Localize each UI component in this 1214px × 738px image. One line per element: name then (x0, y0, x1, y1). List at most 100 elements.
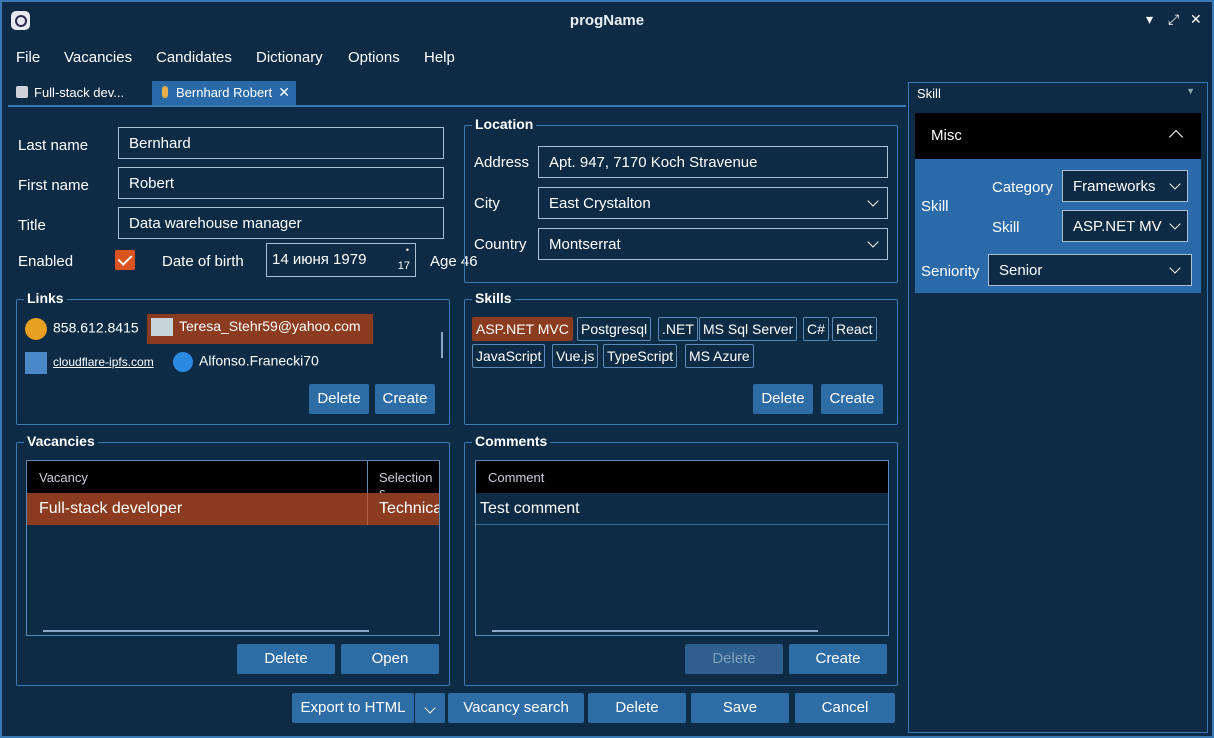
location-title: Location (472, 116, 537, 132)
skills-delete-button[interactable]: Delete (753, 384, 813, 414)
city-label: City (474, 195, 500, 212)
minimize-icon[interactable]: ▾ (1146, 11, 1153, 28)
misc-title: Misc (931, 127, 962, 144)
seniority-label: Seniority (921, 263, 980, 280)
delete-button[interactable]: Delete (588, 693, 686, 723)
menu-options[interactable]: Options (348, 49, 400, 66)
vacancy-open-button[interactable]: Open (341, 644, 439, 674)
address-label: Address (474, 154, 530, 171)
comments-table: Comment Test comment (475, 460, 889, 636)
spin-up-icon[interactable]: • (406, 245, 409, 255)
column-divider (367, 493, 368, 525)
tab-vacancy[interactable]: Full-stack dev... (12, 81, 150, 105)
globe-icon (25, 352, 47, 374)
phone-text: 858.612.8415 (53, 319, 139, 336)
category-label: Category (992, 179, 1053, 196)
comments-group: Comments Comment Test comment Delete Cre… (464, 433, 898, 686)
skill-select[interactable]: ASP.NET MV (1062, 210, 1188, 242)
chevron-down-icon (867, 236, 879, 248)
horizontal-scrollbar[interactable] (43, 630, 369, 632)
side-header-label: Skill (917, 86, 941, 101)
table-row[interactable]: Full-stack developer Technica (27, 493, 439, 525)
location-group: Location Address Apt. 947, 7170 Koch Str… (464, 116, 898, 283)
column-comment[interactable]: Comment (488, 470, 544, 485)
country-select[interactable]: Montserrat (538, 228, 888, 260)
dob-label: Date of birth (162, 253, 244, 270)
skills-create-button[interactable]: Create (821, 384, 883, 414)
menu-dictionary[interactable]: Dictionary (256, 49, 323, 66)
dob-field[interactable]: 14 июня 1979 • 17 (266, 243, 416, 277)
skill-group-label: Skill (921, 198, 949, 215)
category-select[interactable]: Frameworks (1062, 170, 1188, 202)
chevron-down-icon (1169, 262, 1181, 274)
export-html-button[interactable]: Export to HTML (292, 693, 414, 723)
skill-tag[interactable]: MS Azure (685, 344, 754, 368)
chevron-down-icon (424, 702, 436, 714)
skill-tag[interactable]: MS Sql Server (699, 317, 798, 341)
skype-link[interactable]: Alfonso.Franecki70 (173, 352, 319, 372)
title-bar: progName ▾ ⤢ ✕ (2, 2, 1212, 38)
address-field[interactable]: Apt. 947, 7170 Koch Stravenue (538, 146, 888, 178)
comments-title: Comments (472, 433, 551, 449)
vacancy-search-button[interactable]: Vacancy search (448, 693, 584, 723)
window-title: progName (569, 12, 645, 29)
skill-tag[interactable]: Vue.js (552, 344, 599, 368)
enabled-label: Enabled (18, 253, 74, 270)
skill-tag[interactable]: C# (803, 317, 829, 341)
cancel-button[interactable]: Cancel (795, 693, 895, 723)
menu-help[interactable]: Help (424, 49, 455, 66)
dob-spin-value[interactable]: 17 (398, 260, 410, 272)
web-link[interactable]: cloudflare-ipfs.com (25, 352, 154, 374)
vacancy-delete-button[interactable]: Delete (237, 644, 335, 674)
table-header: Vacancy Selection s (27, 461, 439, 500)
cell-vacancy: Full-stack developer (39, 500, 183, 517)
enabled-checkbox[interactable] (115, 250, 135, 270)
briefcase-icon (16, 86, 28, 98)
skill-tag[interactable]: React (832, 317, 877, 341)
dob-value: 14 июня 1979 (272, 251, 367, 268)
menu-file[interactable]: File (16, 49, 40, 66)
links-delete-button[interactable]: Delete (309, 384, 369, 414)
misc-header[interactable]: Misc (915, 113, 1201, 159)
skill-tag[interactable]: JavaScript (472, 344, 546, 368)
skype-icon (173, 352, 193, 372)
close-icon[interactable]: ✕ (1190, 11, 1202, 28)
side-header[interactable]: Skill ▼ (909, 83, 1207, 105)
title-field[interactable]: Data warehouse manager (118, 207, 444, 239)
skill-tag[interactable]: ASP.NET MVC (472, 317, 573, 341)
city-select[interactable]: East Crystalton (538, 187, 888, 219)
phone-icon (25, 318, 47, 340)
city-value: East Crystalton (549, 195, 651, 212)
close-tab-icon[interactable]: ✕ (278, 84, 290, 101)
vacancies-table: Vacancy Selection s Full-stack developer… (26, 460, 440, 636)
maximize-icon[interactable]: ⤢ (1168, 11, 1179, 28)
tab-candidate[interactable]: Bernhard Robert ✕ (152, 81, 296, 105)
seniority-select[interactable]: Senior (988, 254, 1192, 286)
menu-candidates[interactable]: Candidates (156, 49, 232, 66)
column-vacancy[interactable]: Vacancy (39, 470, 88, 485)
skill-field-label: Skill (992, 219, 1020, 236)
save-button[interactable]: Save (691, 693, 789, 723)
links-group: Links 858.612.8415 Teresa_Stehr59@yahoo.… (16, 290, 450, 425)
last-name-field[interactable]: Bernhard (118, 127, 444, 159)
table-header: Comment (476, 461, 888, 493)
comment-create-button[interactable]: Create (789, 644, 887, 674)
comment-delete-button[interactable]: Delete (685, 644, 783, 674)
links-create-button[interactable]: Create (375, 384, 435, 414)
skill-tag[interactable]: Postgresql (577, 317, 652, 341)
table-row[interactable]: Test comment (476, 493, 888, 525)
cell-selection: Technica (379, 500, 440, 517)
chevron-up-icon[interactable] (1168, 129, 1184, 145)
seniority-value: Senior (999, 262, 1043, 279)
skill-tag[interactable]: TypeScript (603, 344, 678, 368)
export-dropdown-button[interactable] (415, 693, 445, 723)
email-link[interactable]: Teresa_Stehr59@yahoo.com (147, 314, 373, 344)
skills-title: Skills (472, 290, 515, 306)
first-name-field[interactable]: Robert (118, 167, 444, 199)
phone-link[interactable]: 858.612.8415 (25, 318, 139, 340)
country-label: Country (474, 236, 527, 253)
links-scrollbar[interactable] (441, 332, 443, 358)
skill-tag[interactable]: .NET (658, 317, 698, 341)
horizontal-scrollbar[interactable] (492, 630, 818, 632)
menu-vacancies[interactable]: Vacancies (64, 49, 132, 66)
